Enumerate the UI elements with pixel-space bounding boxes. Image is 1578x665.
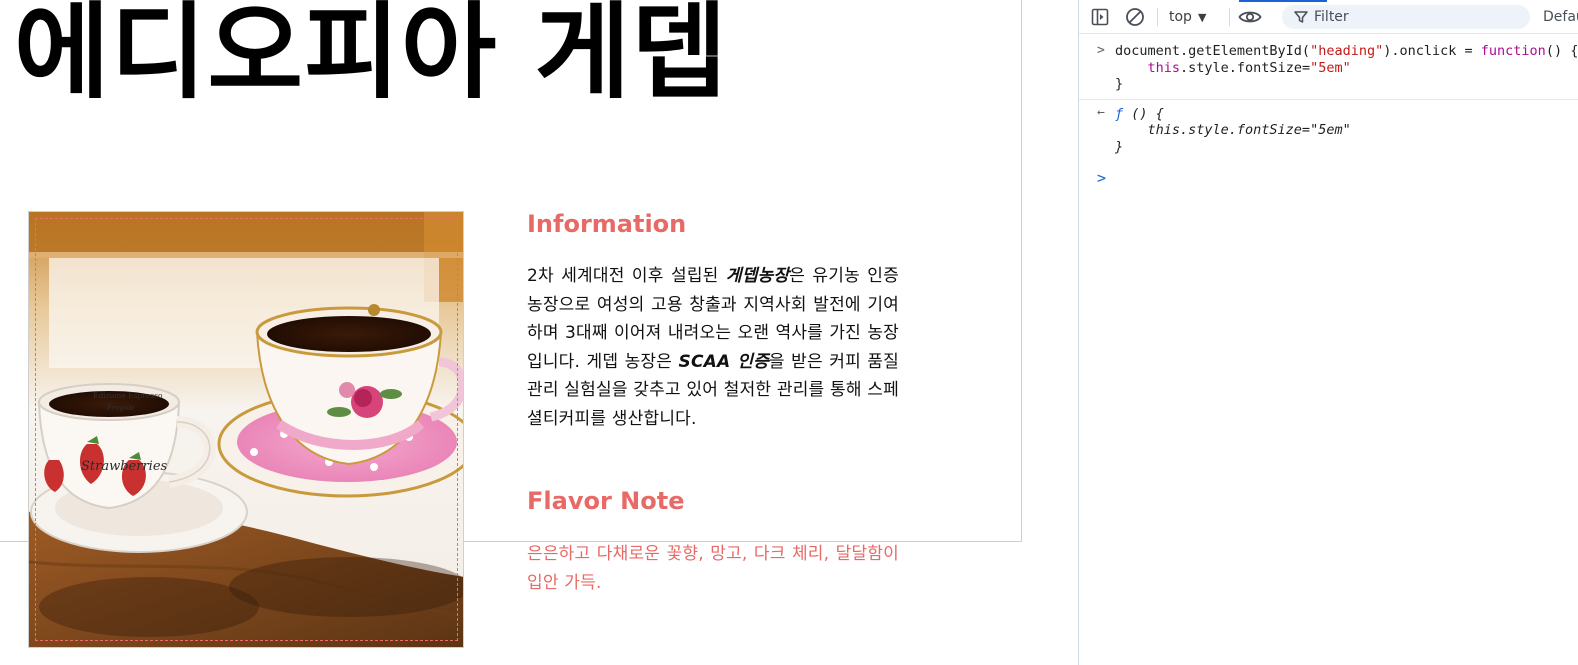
cup-label-2: Fragole — [106, 404, 134, 412]
function-label: ƒ — [1115, 105, 1124, 122]
coffee-cups-image: Edizione Espresso Fragole Strawberries — [28, 211, 464, 648]
code-keyword: this — [1147, 59, 1181, 76]
code-string: "heading" — [1310, 43, 1384, 59]
javascript-context-select[interactable]: top ▼ — [1169, 6, 1206, 28]
result-line: } — [1115, 138, 1124, 155]
toolbar-separator — [1157, 8, 1158, 26]
clear-console-button[interactable] — [1124, 6, 1146, 28]
code-line: document.getElementById("heading").oncli… — [1115, 43, 1578, 60]
code-line: this.style.fontSize="5em" — [1115, 60, 1578, 77]
input-chevron-icon: > — [1097, 43, 1105, 58]
live-expression-button[interactable] — [1237, 6, 1263, 28]
web-page: 에디오피아 게뎁 Edizione Espresso Fragole Straw… — [0, 0, 1078, 665]
code-token: ).onclick = — [1383, 43, 1481, 59]
result-arrow-icon: ← — [1097, 104, 1105, 120]
show-sidebar-button[interactable] — [1089, 6, 1111, 28]
info-text-part: 2차 세계대전 이후 설립된 — [527, 266, 726, 286]
console-input-entry: > document.getElementById("heading").onc… — [1079, 35, 1578, 100]
flavor-note-text: 은은하고 다채로운 꽃향, 망고, 다크 체리, 달달함이 입안 가득. — [527, 544, 899, 593]
console-result-entry: ← ƒ () { this.style.fontSize="5em" } — [1079, 100, 1578, 162]
page-heading[interactable]: 에디오피아 게뎁 — [14, 0, 728, 122]
info-emphasis-farm: 게뎁농장 — [725, 266, 790, 286]
active-tab-indicator — [1239, 0, 1327, 2]
info-emphasis-scaa: SCAA 인증 — [678, 351, 769, 372]
code-token: () { — [1545, 43, 1578, 59]
result-line[interactable]: ƒ () { — [1115, 106, 1578, 123]
code-keyword: function — [1480, 43, 1546, 59]
console-prompt[interactable]: > — [1079, 167, 1578, 189]
toolbar-separator — [1229, 8, 1230, 26]
result-token: () { — [1123, 105, 1164, 122]
result-line: this.style.fontSize="5em" — [1115, 122, 1351, 138]
code-token: .style.fontSize= — [1180, 59, 1311, 76]
information-paragraph: 2차 세계대전 이후 설립된 게뎁농장은 유기농 인증 농장으로 여성의 고용 … — [527, 262, 899, 434]
console-toolbar: top ▼ Default levels — [1079, 0, 1578, 34]
eye-icon — [1238, 11, 1262, 23]
clear-console-icon — [1126, 8, 1144, 26]
cup-label-3: Strawberries — [81, 459, 168, 474]
filter-input[interactable] — [1314, 9, 1514, 25]
cup-label-1: Edizione Espresso — [93, 391, 163, 400]
filter-icon — [1294, 11, 1308, 23]
code-token: document.getElementById( — [1115, 43, 1311, 59]
console-messages: > document.getElementById("heading").onc… — [1079, 35, 1578, 189]
context-value: top — [1169, 9, 1192, 25]
chevron-down-icon: ▼ — [1197, 10, 1207, 24]
coffee-cups-illustration: Edizione Espresso Fragole Strawberries — [29, 212, 463, 647]
log-levels-dropdown[interactable]: Default levels — [1543, 9, 1578, 25]
console-filter-field[interactable] — [1282, 5, 1530, 29]
sidebar-toggle-icon — [1091, 8, 1109, 26]
devtools-console-panel: top ▼ Default levels > document.getEleme… — [1078, 0, 1578, 665]
information-title: Information — [527, 210, 687, 238]
code-string: "5em" — [1310, 59, 1351, 76]
flavor-note-title: Flavor Note — [527, 487, 685, 515]
prompt-chevron-icon: > — [1097, 169, 1107, 187]
code-line: } — [1115, 76, 1124, 92]
